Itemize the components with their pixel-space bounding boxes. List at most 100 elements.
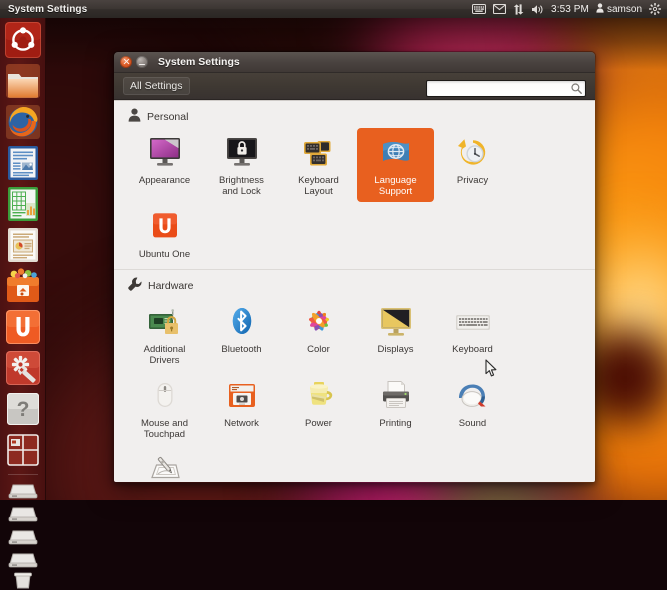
settings-item-label: Brightness and Lock: [219, 175, 264, 197]
settings-item-label: Displays: [377, 344, 414, 355]
settings-item-label: Language Support: [374, 175, 417, 197]
printing-icon: [377, 375, 415, 415]
settings-item-label: Color: [307, 344, 330, 355]
user-icon: [596, 2, 604, 16]
settings-item-label: Mouse and Touchpad: [140, 418, 188, 440]
section-hardware: Hardware Additional Drivers Bluetooth Co…: [114, 269, 595, 482]
settings-item-label: Bluetooth: [221, 344, 262, 355]
section-personal: Personal Appearance Brightness and Lock …: [114, 101, 595, 269]
system-settings-window: System Settings All Settings Personal Ap…: [113, 51, 596, 483]
person-icon: [128, 108, 141, 125]
settings-item-printing[interactable]: Printing: [357, 371, 434, 445]
launcher-item-software-center[interactable]: [4, 267, 42, 305]
unity-launcher: ?: [0, 18, 46, 589]
launcher-item-ubuntu-one[interactable]: [4, 308, 42, 346]
network-icon: [223, 375, 261, 415]
section-header-hardware: Hardware: [128, 277, 583, 294]
settings-item-brightness-and-lock[interactable]: Brightness and Lock: [203, 128, 280, 202]
settings-item-label: Network: [224, 418, 259, 429]
keyboard-layout-icon: [300, 132, 338, 172]
network-indicator-icon[interactable]: [513, 3, 524, 15]
settings-item-sound[interactable]: Sound: [434, 371, 511, 445]
settings-item-power[interactable]: Power: [280, 371, 357, 445]
settings-item-privacy[interactable]: Privacy: [434, 128, 511, 202]
grid-hardware: Additional Drivers Bluetooth Color Displ…: [126, 297, 583, 482]
launcher-item-device-2[interactable]: [4, 502, 42, 524]
minimize-icon[interactable]: [136, 56, 148, 68]
language-support-icon: [377, 132, 415, 172]
launcher-item-trash[interactable]: [4, 572, 42, 590]
svg-text:?: ?: [17, 398, 30, 421]
search-input[interactable]: [426, 79, 586, 97]
launcher-item-workspace-switcher[interactable]: [4, 431, 42, 469]
settings-item-label: Privacy: [456, 175, 489, 186]
search-field-wrapper: [426, 78, 586, 97]
settings-item-label: Ubuntu One: [138, 249, 191, 260]
messaging-indicator-icon[interactable]: [493, 4, 507, 14]
settings-item-keyboard-layout[interactable]: Keyboard Layout: [280, 128, 357, 202]
settings-item-additional-drivers[interactable]: Additional Drivers: [126, 297, 203, 371]
settings-item-label: Keyboard: [452, 344, 493, 355]
launcher-separator: [8, 474, 38, 475]
keyboard-icon: [454, 301, 492, 341]
top-panel: System Settings 3:53 PM samson: [0, 0, 667, 18]
launcher-item-device-1[interactable]: [4, 479, 42, 501]
section-header-personal: Personal: [128, 108, 583, 125]
all-settings-button[interactable]: All Settings: [123, 77, 190, 95]
settings-item-label: Keyboard Layout: [298, 175, 339, 197]
panel-app-title[interactable]: System Settings: [8, 4, 87, 15]
close-icon[interactable]: [120, 56, 132, 68]
wacom-icon: [146, 449, 184, 482]
grid-personal: Appearance Brightness and Lock Keyboard …: [126, 128, 583, 265]
launcher-item-device-4[interactable]: [4, 548, 42, 570]
mouse-touchpad-icon: [146, 375, 184, 415]
wrench-icon: [128, 277, 142, 294]
settings-item-language-support[interactable]: Language Support: [357, 128, 434, 202]
settings-item-displays[interactable]: Displays: [357, 297, 434, 371]
launcher-item-device-3[interactable]: [4, 525, 42, 547]
ubuntu-one-icon: [146, 206, 184, 246]
section-title: Personal: [147, 110, 189, 123]
displays-icon: [377, 301, 415, 341]
settings-item-appearance[interactable]: Appearance: [126, 128, 203, 202]
settings-item-wacom-graphics-tablet[interactable]: WacomGraphicsTablet: [126, 445, 203, 482]
settings-item-label: Printing: [379, 418, 412, 429]
panel-user-name: samson: [606, 3, 642, 15]
gear-icon[interactable]: [649, 3, 661, 15]
color-icon: [300, 301, 338, 341]
settings-item-label: Power: [305, 418, 332, 429]
launcher-item-system-settings[interactable]: [4, 349, 42, 387]
launcher-item-libreoffice-calc[interactable]: [4, 185, 42, 223]
appearance-icon: [146, 132, 184, 172]
keyboard-indicator-icon[interactable]: [472, 4, 487, 14]
brightness-lock-icon: [223, 132, 261, 172]
settings-item-color[interactable]: Color: [280, 297, 357, 371]
settings-panel-body: Personal Appearance Brightness and Lock …: [114, 100, 595, 482]
window-titlebar[interactable]: System Settings: [114, 52, 595, 73]
settings-item-ubuntu-one[interactable]: Ubuntu One: [126, 202, 203, 265]
panel-indicators: 3:53 PM samson: [472, 2, 667, 16]
panel-clock[interactable]: 3:53 PM: [551, 4, 589, 15]
bluetooth-icon: [223, 301, 261, 341]
settings-item-label: Additional Drivers: [143, 344, 186, 366]
privacy-icon: [454, 132, 492, 172]
sound-indicator-icon[interactable]: [531, 4, 544, 15]
settings-item-keyboard[interactable]: Keyboard: [434, 297, 511, 371]
panel-user-menu[interactable]: samson: [596, 2, 642, 16]
settings-item-network[interactable]: Network: [203, 371, 280, 445]
section-title: Hardware: [148, 279, 194, 292]
launcher-item-files[interactable]: [4, 62, 42, 100]
settings-item-label: Sound: [458, 418, 487, 429]
settings-item-mouse-and-touchpad[interactable]: Mouse and Touchpad: [126, 371, 203, 445]
launcher-item-dash-home[interactable]: [4, 21, 42, 59]
settings-item-bluetooth[interactable]: Bluetooth: [203, 297, 280, 371]
launcher-item-libreoffice-impress[interactable]: [4, 226, 42, 264]
window-toolbar: All Settings: [114, 73, 595, 100]
launcher-item-libreoffice-writer[interactable]: [4, 144, 42, 182]
launcher-item-help[interactable]: ?: [4, 390, 42, 428]
power-icon: [300, 375, 338, 415]
settings-item-label: Appearance: [138, 175, 191, 186]
launcher-item-firefox[interactable]: [4, 103, 42, 141]
window-title: System Settings: [158, 56, 240, 68]
additional-drivers-icon: [146, 301, 184, 341]
